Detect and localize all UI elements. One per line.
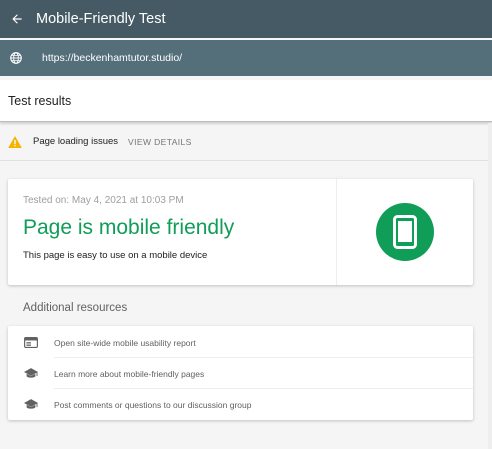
additional-resources-heading: Additional resources [23,302,128,314]
globe-icon [10,52,22,64]
tested-url[interactable]: https://beckenhamtutor.studio/ [42,52,182,64]
list-item-label: Post comments or questions to our discus… [54,399,252,410]
mobile-friendly-test-page: Mobile-Friendly Test https://beckenhamtu… [0,0,492,449]
warning-icon [8,135,24,149]
school-icon [24,367,38,378]
verdict-title: Page is mobile friendly [23,216,235,239]
mobile-friendly-badge [376,203,434,261]
page-loading-issues-label: Page loading issues [33,136,119,147]
verdict-description: This page is easy to use on a mobile dev… [23,250,208,261]
smartphone-icon [393,215,417,249]
back-button[interactable] [0,0,34,38]
page-loading-issues-row: Page loading issues VIEW DETAILS [0,123,492,161]
list-item-label: Learn more about mobile-friendly pages [54,368,205,379]
web-report-icon [24,337,38,348]
url-bar: https://beckenhamtutor.studio/ [0,40,492,76]
result-card: Tested on: May 4, 2021 at 10:03 PM Page … [8,179,473,285]
scroll-gutter [488,123,492,449]
resources-list: Open site-wide mobile usability report L… [8,326,473,420]
app-bar: Mobile-Friendly Test [0,0,492,38]
tested-on-timestamp: Tested on: May 4, 2021 at 10:03 PM [23,195,184,206]
test-results-header: Test results [0,80,492,122]
list-item[interactable]: Post comments or questions to our discus… [8,389,473,420]
globe-icon-wrap [0,40,32,76]
list-item[interactable]: Learn more about mobile-friendly pages [8,358,473,389]
arrow-back-icon [12,14,22,24]
result-summary: Tested on: May 4, 2021 at 10:03 PM Page … [8,179,336,285]
school-icon [24,398,38,409]
app-title: Mobile-Friendly Test [36,11,166,27]
list-item-label: Open site-wide mobile usability report [54,337,196,348]
view-details-button[interactable]: VIEW DETAILS [128,137,192,147]
card-divider [336,179,337,285]
test-results-title: Test results [8,93,72,108]
list-item[interactable]: Open site-wide mobile usability report [8,327,473,358]
